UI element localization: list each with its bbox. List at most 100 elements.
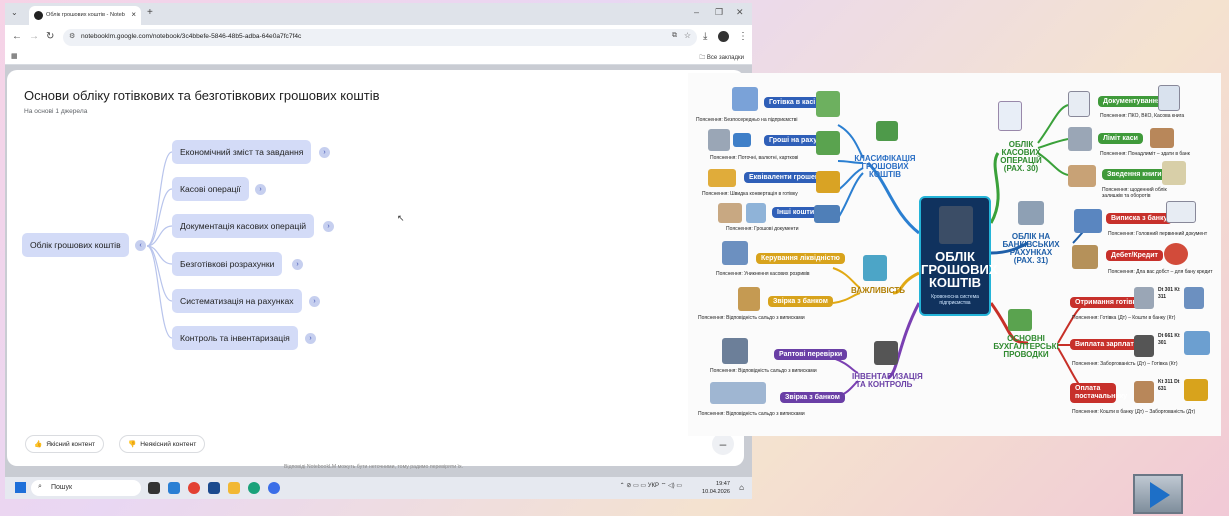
branch-node-2[interactable]: Касові операції [172, 177, 249, 201]
expand-icon[interactable]: › [319, 147, 330, 158]
label-supplier-payment: Оплата постачальнику [1070, 383, 1127, 403]
good-content-button[interactable]: 👍 Якісний контент [25, 435, 105, 453]
entry-codes: Kt 311 Dt 631 [1158, 379, 1180, 392]
play-button[interactable] [1133, 474, 1183, 514]
tab-notebook[interactable]: Облік грошових коштів - Noteb × [29, 6, 141, 25]
cheque-icon [814, 205, 840, 223]
close-window-icon[interactable]: ✕ [736, 7, 744, 18]
collapse-root-icon[interactable]: ‹ [135, 240, 146, 251]
note: Пояснення: Швидка конвертація в готівку [702, 191, 798, 197]
expand-icon[interactable]: › [305, 333, 316, 344]
label-cash-limit: Ліміт каси [1098, 133, 1143, 144]
all-bookmarks-button[interactable]: 🗀 Все закладки [699, 53, 744, 63]
bad-content-label: Неякісний контент [140, 440, 197, 448]
branch-node-label: Безготівкові розрахунки [180, 259, 275, 269]
tab-search-icon[interactable]: ⌄ [11, 8, 18, 17]
bank-icon [708, 129, 730, 151]
chrome-icon[interactable] [188, 482, 200, 494]
branch-node-5[interactable]: Систематизація на рахунках [172, 289, 302, 313]
forward-icon[interactable]: → [29, 31, 39, 42]
branch-node-3[interactable]: Документація касових операцій [172, 214, 315, 238]
label-bank-check: Звірка з банком [780, 392, 845, 403]
task-view-icon[interactable] [148, 482, 160, 494]
bank-building-icon [1018, 201, 1044, 225]
site-info-icon[interactable]: ⚙ [69, 32, 75, 40]
download-icon[interactable]: ⤓ [703, 31, 707, 42]
good-content-label: Якісний контент [46, 440, 96, 448]
edge-icon[interactable] [248, 482, 260, 494]
card-icon [733, 133, 751, 147]
expand-icon[interactable]: › [309, 296, 320, 307]
note: Пояснення: Уникнення касових розривів [716, 271, 810, 277]
bad-content-button[interactable]: 👎 Неякісний контент [119, 435, 206, 453]
note: Пояснення: Безпосередньо на підприємстві [696, 117, 798, 123]
note: Пояснення: Готівка (Дт) – Кошти в банку … [1072, 315, 1176, 321]
money-bag-icon [816, 91, 840, 117]
category-cash: ОБЛІК КАСОВИХ ОПЕРАЦІЙ (РАХ. 30) [1000, 140, 1042, 173]
restore-icon[interactable]: ❐ [715, 7, 723, 18]
new-tab-icon[interactable]: + [147, 7, 153, 18]
note: Пояснення: Відповідність сальдо з виписк… [698, 411, 805, 417]
disclaimer-text: Відповіді NotebookLM можуть бути неточни… [283, 464, 464, 470]
branch-node-4[interactable]: Безготівкові розрахунки [172, 252, 283, 276]
taskbar-search[interactable]: ⌕ Пошук [31, 480, 141, 496]
branch-node-6[interactable]: Контроль та інвентаризація [172, 326, 298, 350]
cash-box-icon [1150, 128, 1174, 148]
language-indicator[interactable]: УКР [648, 483, 659, 489]
tray-apps-icon[interactable]: ⊘ ▭ ▭ [626, 483, 647, 489]
branch-node-label: Контроль та інвентаризація [180, 333, 290, 343]
safe-icon [939, 206, 973, 244]
system-tray: ⌃ ⊘ ▭ ▭ УКР ⌔ ◁) ▭ [620, 481, 682, 489]
cast-icon[interactable]: ⧉ [672, 32, 677, 40]
note: Пояснення: Відповідність сальдо з виписк… [698, 315, 805, 321]
url-text: notebooklm.google.com/notebook/3c4bbefe-… [81, 33, 302, 40]
mindmap-panel: Основи обліку готівкових та безготівкови… [7, 70, 744, 466]
root-node[interactable]: Облік грошових коштів [22, 233, 129, 257]
search-icon: ⌕ [38, 483, 42, 490]
entry-codes: Dt 301 Kt 311 [1158, 287, 1180, 300]
note: Пояснення: Дла вас добст – для бану кред… [1108, 269, 1213, 275]
branch-node-1[interactable]: Економічний зміст та завдання [172, 140, 312, 164]
apps-grid-icon[interactable]: ▦ [11, 52, 18, 60]
note: Пояснення: Відповідність сальдо з виписк… [710, 368, 817, 374]
connector-1 [146, 151, 173, 247]
note: Пояснення: Поточні, валютні, карткові [710, 155, 799, 161]
store-icon[interactable] [208, 482, 220, 494]
label-other-funds: Інші кошти [772, 207, 820, 218]
clock[interactable]: 19:47 10.04.2026 [702, 480, 730, 496]
minimize-icon[interactable]: – [694, 7, 699, 17]
connector-6 [146, 245, 173, 339]
waterfall-icon [863, 255, 887, 281]
tab-bar: ⌄ Облік грошових коштів - Noteb × + – ❐ … [5, 3, 752, 25]
address-bar[interactable]: ⚙ notebooklm.google.com/notebook/3c4bbef… [63, 29, 697, 46]
category-inventory: ІНВЕНТАРИЗАЦІЯ ТА КОНТРОЛЬ [852, 372, 923, 389]
close-tab-icon[interactable]: × [131, 10, 136, 19]
expand-icon[interactable]: › [255, 184, 266, 195]
root-node-label: Облік грошових коштів [30, 240, 121, 250]
taskbar: ⌕ Пошук ⌃ ⊘ ▭ ▭ УКР ⌔ ◁) ▭ 19:47 10.04.2… [5, 477, 752, 499]
document-icon [1068, 91, 1090, 117]
expand-icon[interactable]: › [292, 259, 303, 270]
back-icon[interactable]: ← [12, 31, 22, 42]
widgets-icon[interactable] [168, 482, 180, 494]
profile-avatar[interactable] [718, 31, 729, 42]
expand-icon[interactable]: › [323, 221, 334, 232]
reload-icon[interactable]: ↻ [46, 31, 54, 42]
app-icon[interactable] [268, 482, 280, 494]
zoom-out-button[interactable]: – [712, 433, 734, 455]
all-bookmarks-label: Все закладки [706, 55, 744, 61]
address-row: ← → ↻ ⚙ notebooklm.google.com/notebook/3… [5, 25, 752, 49]
bookmark-star-icon[interactable]: ☆ [684, 31, 691, 40]
network-volume-battery-icon[interactable]: ⌔ ◁) ▭ [661, 483, 682, 489]
menu-kebab-icon[interactable]: ⋮ [738, 31, 748, 42]
label-bank-reconciliation: Звірка з банком [768, 296, 833, 307]
notebooklm-favicon-icon [34, 11, 43, 20]
inspector-icon [722, 338, 748, 364]
file-explorer-icon[interactable] [228, 482, 240, 494]
infographic-center-subtitle: Кровоносна система підприємства [931, 294, 979, 306]
supplier-icon [1184, 379, 1208, 401]
clock-date: 10.04.2026 [702, 489, 730, 495]
notification-bell-icon[interactable]: ⌂ [739, 483, 744, 492]
windows-start-icon[interactable] [15, 482, 26, 493]
note: Пояснення: ПКО, ВКО, Касова книга [1100, 113, 1185, 119]
